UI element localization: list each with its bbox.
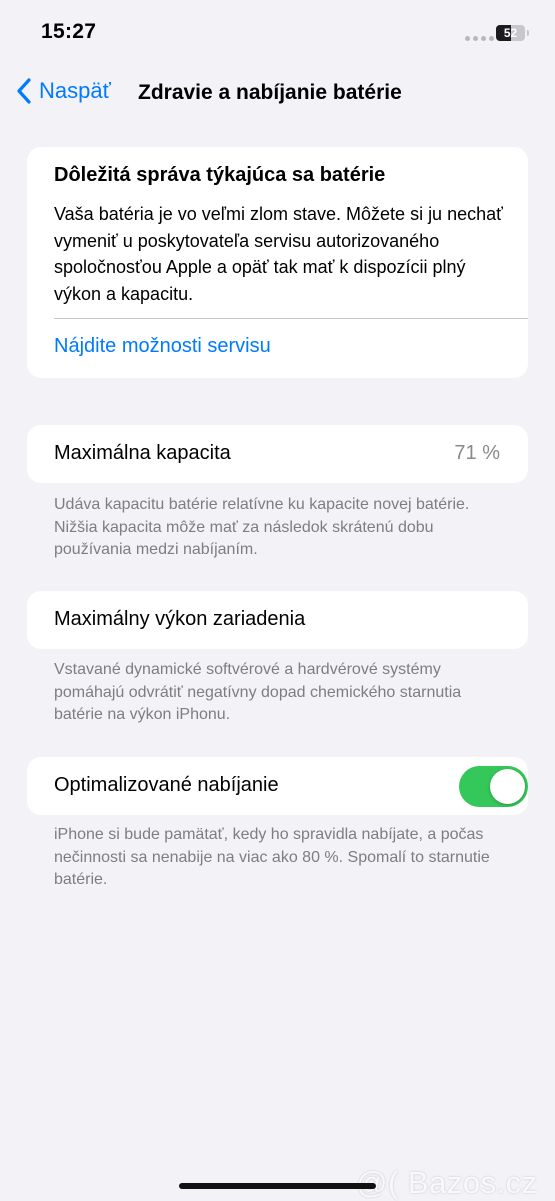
bazos-watermark: @( Bazos.cz (356, 1165, 538, 1200)
optimized-charging-label: Optimalizované nabíjanie (54, 774, 279, 796)
status-bar: 15:27 52 (0, 0, 555, 66)
maximum-capacity-row: Maximálna kapacita 71 % (27, 425, 528, 483)
signal-icon (465, 36, 494, 41)
status-time: 15:27 (41, 20, 97, 43)
divider (54, 318, 528, 319)
notice-title: Dôležitá správa týkajúca sa batérie (54, 164, 386, 186)
maximum-capacity-value: 71 % (454, 442, 500, 464)
page-title: Zdravie a nabíjanie batérie (138, 81, 402, 104)
chevron-left-icon (16, 78, 31, 104)
back-button-label: Naspäť (39, 78, 111, 103)
battery-icon: 52 (496, 25, 525, 41)
peak-performance-row: Maximálny výkon zariadenia (27, 591, 528, 649)
optimized-charging-footer: iPhone si bude pamätať, kedy ho spravidl… (54, 826, 490, 888)
home-indicator[interactable] (179, 1183, 376, 1189)
toggle-knob (490, 769, 525, 804)
notice-body: Vaša batéria je vo veľmi zlom stave. Môž… (54, 204, 503, 304)
battery-percentage: 52 (503, 26, 518, 40)
battery-tip (527, 30, 529, 36)
navigation-bar: Naspäť Zdravie a nabíjanie batérie (0, 72, 555, 118)
find-service-options-link[interactable]: Nájdite možnosti servisu (54, 335, 271, 358)
optimized-charging-row: Optimalizované nabíjanie (27, 757, 528, 815)
maximum-capacity-footer: Udáva kapacitu batérie relatívne ku kapa… (54, 496, 470, 558)
optimized-charging-toggle[interactable] (459, 766, 528, 807)
back-button[interactable]: Naspäť (16, 78, 111, 104)
peak-performance-label: Maximálny výkon zariadenia (54, 608, 306, 630)
battery-notice-card: Dôležitá správa týkajúca sa batérie Vaša… (27, 147, 528, 378)
maximum-capacity-label: Maximálna kapacita (54, 442, 231, 464)
peak-performance-footer: Vstavané dynamické softvérové a hardvéro… (54, 661, 462, 723)
